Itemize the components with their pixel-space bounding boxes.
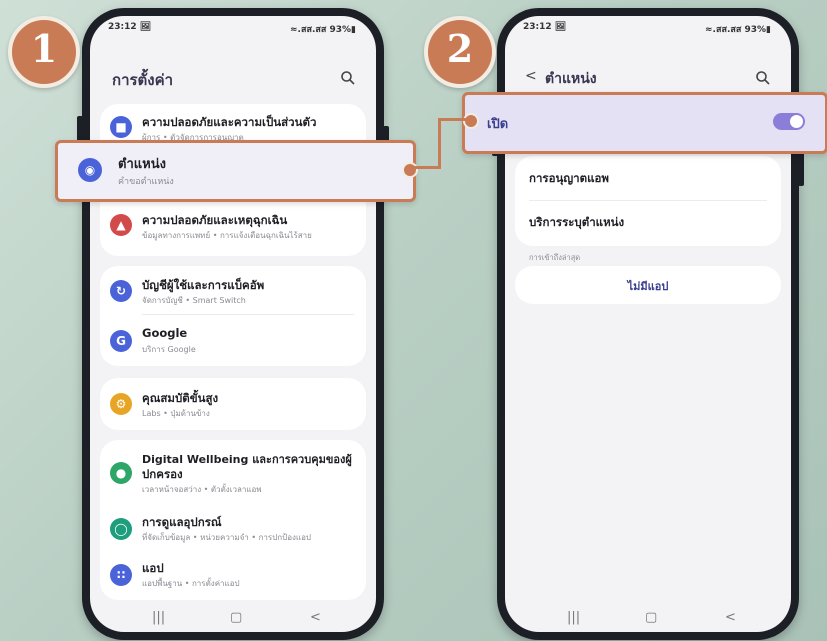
- item-label: บัญชีผู้ใช้และการแบ็คอัพ: [142, 278, 265, 292]
- recent-apps-icon[interactable]: |||: [567, 610, 580, 625]
- status-bar: 23:12 🖼 ≈.สส.สส 93%▮: [90, 16, 376, 38]
- divider: [142, 314, 354, 315]
- settings-card-advanced: ⚙ คุณสมบัติขั้นสูง Labs • ปุ่มด้านข้าง: [100, 378, 366, 430]
- settings-card-wellbeing: ● Digital Wellbeing และการควบคุมของผู้ ป…: [100, 440, 366, 600]
- item-sublabel: บริการ Google: [142, 345, 196, 354]
- search-icon[interactable]: [340, 70, 356, 86]
- recent-apps-icon[interactable]: |||: [152, 610, 165, 625]
- recent-access-card: ไม่มีแอป: [515, 266, 781, 304]
- app-permissions-item[interactable]: การอนุญาตแอพ: [515, 156, 781, 200]
- connector-line: [438, 118, 441, 169]
- item-sublabel: คำขอตำแหน่ง: [118, 177, 174, 187]
- nav-bar: ||| ▢ <: [505, 604, 791, 632]
- emergency-icon: ▲: [110, 214, 132, 236]
- item-label: แอป: [142, 561, 164, 575]
- left-screen: 23:12 🖼 ≈.สส.สส 93%▮ การตั้งค่า ■ ความปล…: [90, 16, 376, 632]
- sync-icon: ↻: [110, 280, 132, 302]
- nav-bar: ||| ▢ <: [90, 604, 376, 632]
- item-sublabel: แอปพื้นฐาน • การตั้งค่าแอป: [142, 579, 240, 588]
- settings-item-google[interactable]: G Google บริการ Google: [100, 316, 366, 364]
- gear-icon: ⚙: [110, 393, 132, 415]
- item-label: ตำแหน่ง: [118, 157, 166, 172]
- settings-item-device-care[interactable]: ◯ การดูแลอุปกรณ์ ที่จัดเก็บข้อมูล • หน่ว…: [100, 504, 366, 550]
- item-sublabel: ข้อมูลทางการแพทย์ • การแจ้งเตือนฉุกเฉินไ…: [142, 231, 312, 240]
- item-label: ความปลอดภัยและเหตุฉุกเฉิน: [142, 213, 288, 227]
- status-bar: 23:12 🖼 ≈.สส.สส 93%▮: [505, 16, 791, 38]
- item-label-line2: ปกครอง: [142, 467, 183, 481]
- back-icon[interactable]: <: [725, 610, 736, 625]
- settings-item-accounts[interactable]: ↻ บัญชีผู้ใช้และการแบ็คอัพ จัดการบัญชี •…: [100, 266, 366, 314]
- callout-dot: [463, 113, 479, 129]
- item-sublabel: จัดการบัญชี • Smart Switch: [142, 296, 246, 305]
- location-toggle-callout[interactable]: เปิด: [462, 92, 827, 154]
- item-sublabel: ที่จัดเก็บข้อมูล • หน่วยความจำ • การปกป้…: [142, 533, 311, 542]
- apps-grid-icon: ∷: [110, 564, 132, 586]
- toggle-label: เปิด: [487, 117, 509, 132]
- settings-card-accounts: ↻ บัญชีผู้ใช้และการแบ็คอัพ จัดการบัญชี •…: [100, 266, 366, 366]
- status-icons: ≈.สส.สส 93%▮: [290, 25, 356, 35]
- connector-line: [410, 166, 440, 169]
- settings-item-apps[interactable]: ∷ แอป แอปพื้นฐาน • การตั้งค่าแอป: [100, 552, 366, 598]
- item-label: Google: [142, 326, 188, 340]
- wellbeing-icon: ●: [110, 462, 132, 484]
- section-header-recent: การเข้าถึงล่าสุด: [529, 253, 581, 262]
- item-sublabel: เวลาหน้าจอสว่าง • ตัวตั้งเวลาแอพ: [142, 485, 262, 494]
- location-toggle-switch[interactable]: [773, 113, 805, 130]
- no-apps-text: ไม่มีแอป: [627, 280, 669, 293]
- settings-item-advanced[interactable]: ⚙ คุณสมบัติขั้นสูง Labs • ปุ่มด้านข้าง: [100, 378, 366, 430]
- location-pin-icon: ◉: [78, 158, 102, 182]
- device-care-icon: ◯: [110, 518, 132, 540]
- item-label: ความปลอดภัยและความเป็นส่วนตัว: [142, 115, 317, 129]
- home-icon[interactable]: ▢: [645, 610, 657, 625]
- settings-item-wellbeing[interactable]: ● Digital Wellbeing และการควบคุมของผู้ ป…: [100, 440, 366, 500]
- step-2-badge: 2: [424, 16, 496, 88]
- google-icon: G: [110, 330, 132, 352]
- status-time: 23:12 🖼: [108, 22, 152, 32]
- status-icons: ≈.สส.สส 93%▮: [705, 25, 771, 35]
- back-icon[interactable]: <: [310, 610, 321, 625]
- home-icon[interactable]: ▢: [230, 610, 242, 625]
- left-phone: 23:12 🖼 ≈.สส.สส 93%▮ การตั้งค่า ■ ความปล…: [77, 8, 389, 640]
- page-title: การตั้งค่า: [112, 71, 174, 89]
- back-arrow-icon[interactable]: <: [525, 68, 537, 84]
- title-row: < ตำแหน่ง: [505, 64, 791, 94]
- connector-line: [438, 118, 466, 121]
- item-label: บริการระบุตำแหน่ง: [529, 215, 625, 229]
- settings-item-emergency[interactable]: ▲ ความปลอดภัยและเหตุฉุกเฉิน ข้อมูลทางการ…: [100, 204, 366, 248]
- divider: [529, 200, 767, 201]
- item-label: คุณสมบัติขั้นสูง: [142, 391, 219, 405]
- location-options-card: การอนุญาตแอพ บริการระบุตำแหน่ง: [515, 156, 781, 246]
- toggle-knob: [790, 115, 803, 128]
- title-row: การตั้งค่า: [90, 64, 376, 94]
- item-label: การดูแลอุปกรณ์: [142, 515, 222, 529]
- search-icon[interactable]: [755, 70, 771, 86]
- shield-icon: ■: [110, 116, 132, 138]
- status-time: 23:12 🖼: [523, 22, 567, 32]
- location-services-item[interactable]: บริการระบุตำแหน่ง: [515, 202, 781, 246]
- step-1-badge: 1: [8, 16, 80, 88]
- callout-dot: [402, 162, 418, 178]
- page-title: ตำแหน่ง: [545, 71, 597, 87]
- item-label: การอนุญาตแอพ: [529, 171, 609, 185]
- item-sublabel: Labs • ปุ่มด้านข้าง: [142, 409, 210, 418]
- location-callout[interactable]: ◉ ตำแหน่ง คำขอตำแหน่ง: [55, 140, 416, 202]
